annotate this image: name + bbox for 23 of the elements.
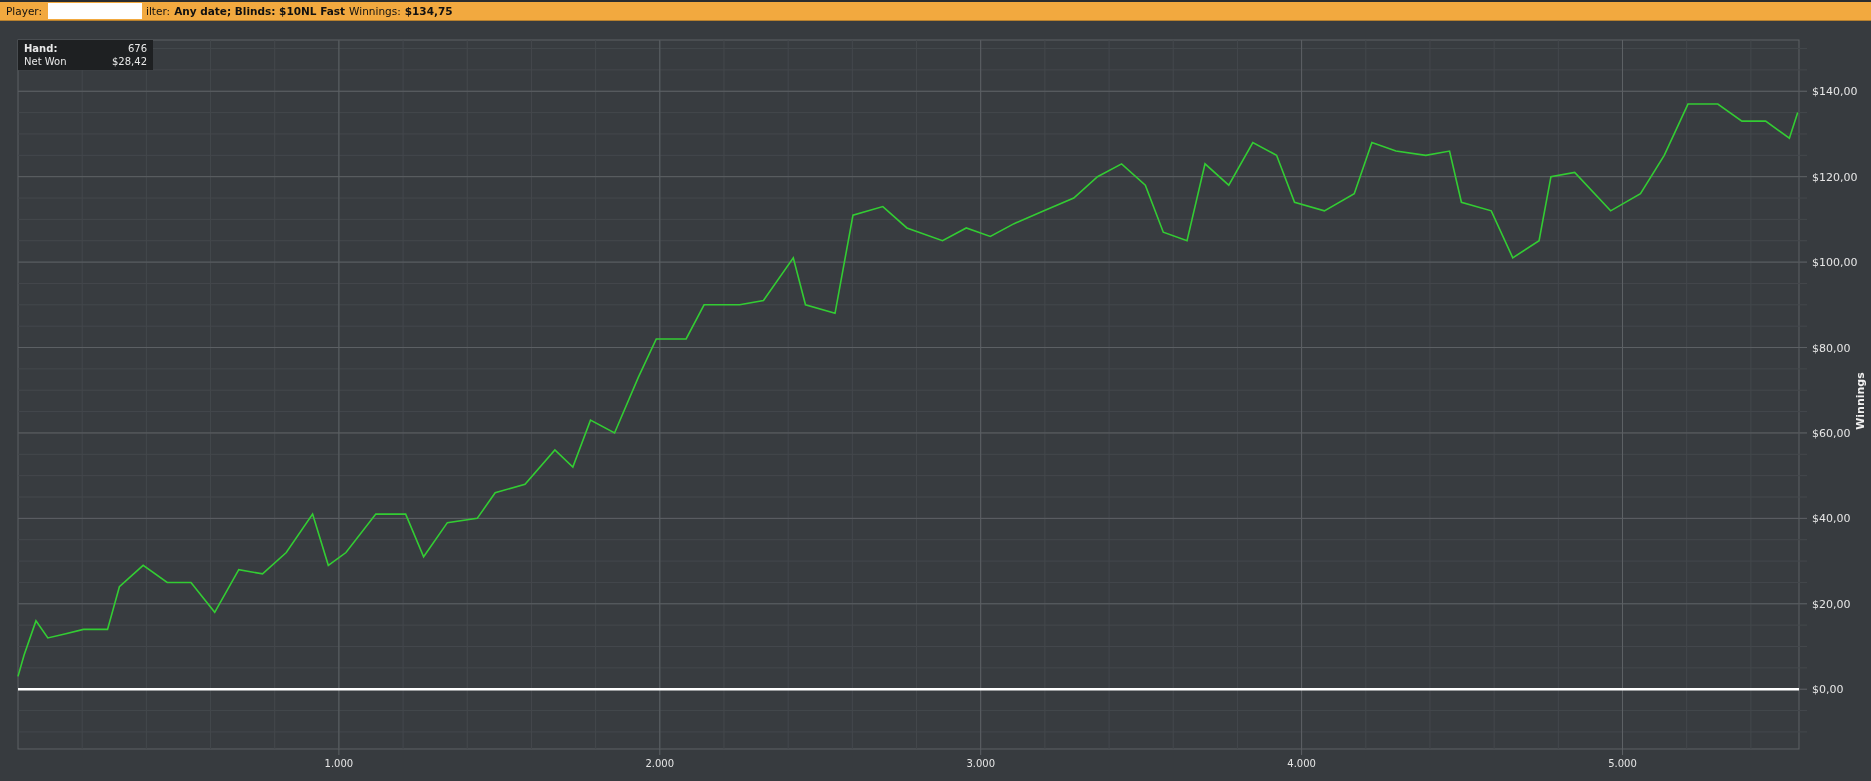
x-tick-label: 3.000 [966,758,995,769]
y-tick-label: $120,00 [1812,170,1858,184]
y-tick-label: $0,00 [1812,683,1844,697]
winnings-value: $134,75 [404,5,453,17]
player-label: Player: [6,5,43,17]
tooltip-value: $28,42 [112,56,147,67]
y-tick-label: $140,00 [1812,85,1858,99]
y-axis-title: Winnings [1854,372,1867,430]
y-tick-label: $80,00 [1812,341,1851,355]
x-tick-label: 1.000 [324,758,354,769]
tooltip-label: Hand: [24,43,58,54]
filter-label: ilter: [146,5,171,17]
x-tick-label: 2.000 [645,758,675,769]
x-tick-label: 4.000 [1287,758,1316,769]
y-tick-label: $40,00 [1812,512,1851,526]
filter-value: Any date; Blinds: $10NL Fast [174,5,346,17]
tooltip-label: Net Won [24,56,67,67]
y-tick-label: $100,00 [1812,256,1858,270]
winnings-label: Winnings: [349,5,401,17]
y-tick-label: $20,00 [1812,597,1851,611]
tooltip-value: 676 [127,43,147,54]
y-tick-label: $60,00 [1812,426,1851,440]
x-tick-label: 5.000 [1608,758,1637,769]
